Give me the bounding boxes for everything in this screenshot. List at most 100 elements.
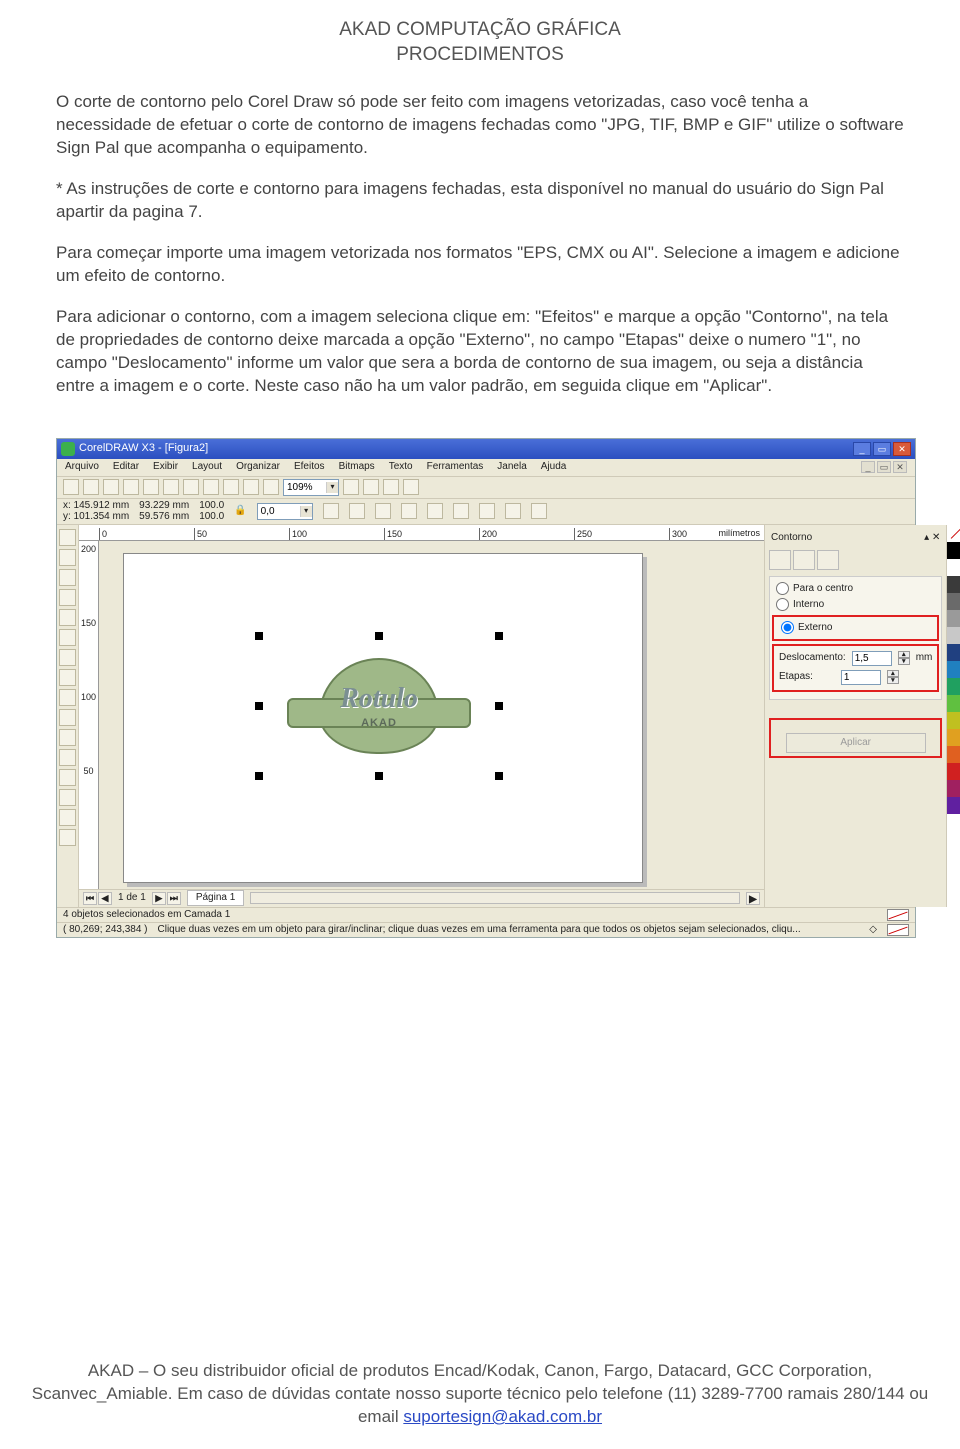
selection-handle[interactable]	[255, 772, 263, 780]
color-swatch[interactable]	[947, 746, 960, 763]
page-first-button[interactable]: ⏮	[83, 892, 97, 905]
ruler-vertical[interactable]: 200 150 100 50	[79, 541, 99, 889]
radio-input[interactable]	[776, 598, 789, 611]
basicshapes-tool-icon[interactable]	[59, 709, 76, 726]
swatch-none[interactable]	[947, 525, 960, 542]
snap-icon[interactable]	[343, 479, 359, 495]
scroll-right-button[interactable]: ▶	[746, 892, 760, 905]
color-swatch[interactable]	[947, 763, 960, 780]
group-icon[interactable]	[453, 503, 469, 519]
new-icon[interactable]	[63, 479, 79, 495]
lock-icon[interactable]: 🔒	[234, 504, 246, 518]
selection-handle[interactable]	[495, 772, 503, 780]
color-swatch[interactable]	[947, 610, 960, 627]
menu-ferramentas[interactable]: Ferramentas	[427, 460, 484, 474]
interactive-tool-icon[interactable]	[59, 749, 76, 766]
color-swatch[interactable]	[947, 542, 960, 559]
deslocamento-input[interactable]	[852, 651, 892, 666]
outline-tool-icon[interactable]	[59, 789, 76, 806]
text-tool-icon[interactable]	[59, 729, 76, 746]
docker-tab-3-icon[interactable]	[817, 550, 839, 570]
shape-tool-icon[interactable]	[59, 549, 76, 566]
menu-exibir[interactable]: Exibir	[153, 460, 178, 474]
window-titlebar[interactable]: CorelDRAW X3 - [Figura2] _ ▭ ✕	[57, 439, 915, 459]
menu-arquivo[interactable]: Arquivo	[65, 460, 99, 474]
rotate-input[interactable]	[258, 506, 300, 517]
docker-close-icon[interactable]: ✕	[932, 532, 940, 543]
pick-tool-icon[interactable]	[59, 529, 76, 546]
chevron-down-icon[interactable]: ▾	[300, 506, 312, 517]
menu-layout[interactable]: Layout	[192, 460, 222, 474]
window-close-button[interactable]: ✕	[893, 442, 911, 456]
ellipse-tool-icon[interactable]	[59, 669, 76, 686]
radio-interno[interactable]: Interno	[772, 597, 939, 613]
window-maximize-button[interactable]: ▭	[873, 442, 891, 456]
combine-icon[interactable]	[505, 503, 521, 519]
zoom-tool-icon[interactable]	[59, 589, 76, 606]
rotate-field[interactable]: ▾	[257, 503, 313, 520]
horizontal-scrollbar[interactable]	[250, 892, 740, 904]
print-icon[interactable]	[123, 479, 139, 495]
open-icon[interactable]	[83, 479, 99, 495]
menu-editar[interactable]: Editar	[113, 460, 139, 474]
etapas-input[interactable]	[841, 670, 881, 685]
menu-efeitos[interactable]: Efeitos	[294, 460, 325, 474]
spinner-down-icon[interactable]: ▾	[898, 658, 910, 665]
crop-tool-icon[interactable]	[59, 569, 76, 586]
options-icon[interactable]	[363, 479, 379, 495]
redo-icon[interactable]	[223, 479, 239, 495]
color-swatch[interactable]	[947, 729, 960, 746]
launch-icon[interactable]	[383, 479, 399, 495]
color-swatch[interactable]	[947, 661, 960, 678]
zoom-combo[interactable]: ▾	[283, 479, 339, 496]
selection-handle[interactable]	[495, 702, 503, 710]
menu-ajuda[interactable]: Ajuda	[541, 460, 567, 474]
convert-icon[interactable]	[531, 503, 547, 519]
color-swatch[interactable]	[947, 644, 960, 661]
selection-handle[interactable]	[255, 702, 263, 710]
export-icon[interactable]	[263, 479, 279, 495]
cut-icon[interactable]	[143, 479, 159, 495]
selection-handle[interactable]	[255, 632, 263, 640]
mdi-close-button[interactable]: ✕	[893, 461, 907, 473]
align-icon[interactable]	[375, 503, 391, 519]
docker-collapse-icon[interactable]: ▴	[924, 532, 929, 543]
menu-texto[interactable]: Texto	[389, 460, 413, 474]
selection-bounding-box[interactable]: ✕ Rotulo AKAD	[259, 636, 499, 776]
smartfill-tool-icon[interactable]	[59, 629, 76, 646]
selection-handle[interactable]	[495, 632, 503, 640]
color-swatch[interactable]	[947, 797, 960, 814]
mirror-h-icon[interactable]	[323, 503, 339, 519]
spinner-up-icon[interactable]: ▴	[887, 670, 899, 677]
menu-bitmaps[interactable]: Bitmaps	[339, 460, 375, 474]
color-swatch[interactable]	[947, 712, 960, 729]
radio-input[interactable]	[776, 582, 789, 595]
spinner-down-icon[interactable]: ▾	[887, 677, 899, 684]
polygon-tool-icon[interactable]	[59, 689, 76, 706]
paste-icon[interactable]	[183, 479, 199, 495]
apply-button[interactable]: Aplicar	[786, 733, 926, 753]
help-icon[interactable]	[403, 479, 419, 495]
page-prev-button[interactable]: ◀	[98, 892, 112, 905]
selection-handle[interactable]	[375, 772, 383, 780]
menu-organizar[interactable]: Organizar	[236, 460, 280, 474]
color-swatch[interactable]	[947, 695, 960, 712]
color-swatch[interactable]	[947, 576, 960, 593]
order-front-icon[interactable]	[401, 503, 417, 519]
interactivefill-tool-icon[interactable]	[59, 829, 76, 846]
radio-input[interactable]	[781, 621, 794, 634]
spinner-up-icon[interactable]: ▴	[898, 651, 910, 658]
undo-icon[interactable]	[203, 479, 219, 495]
radio-para-o-centro[interactable]: Para o centro	[772, 581, 939, 597]
order-back-icon[interactable]	[427, 503, 443, 519]
color-swatch[interactable]	[947, 593, 960, 610]
drawing-canvas[interactable]: ✕ Rotulo AKAD	[99, 541, 764, 889]
mirror-v-icon[interactable]	[349, 503, 365, 519]
copy-icon[interactable]	[163, 479, 179, 495]
page-last-button[interactable]: ⏭	[167, 892, 181, 905]
save-icon[interactable]	[103, 479, 119, 495]
artwork-rotulo[interactable]: Rotulo AKAD	[287, 658, 471, 754]
color-swatch[interactable]	[947, 627, 960, 644]
selection-handle[interactable]	[375, 632, 383, 640]
color-swatch[interactable]	[947, 678, 960, 695]
